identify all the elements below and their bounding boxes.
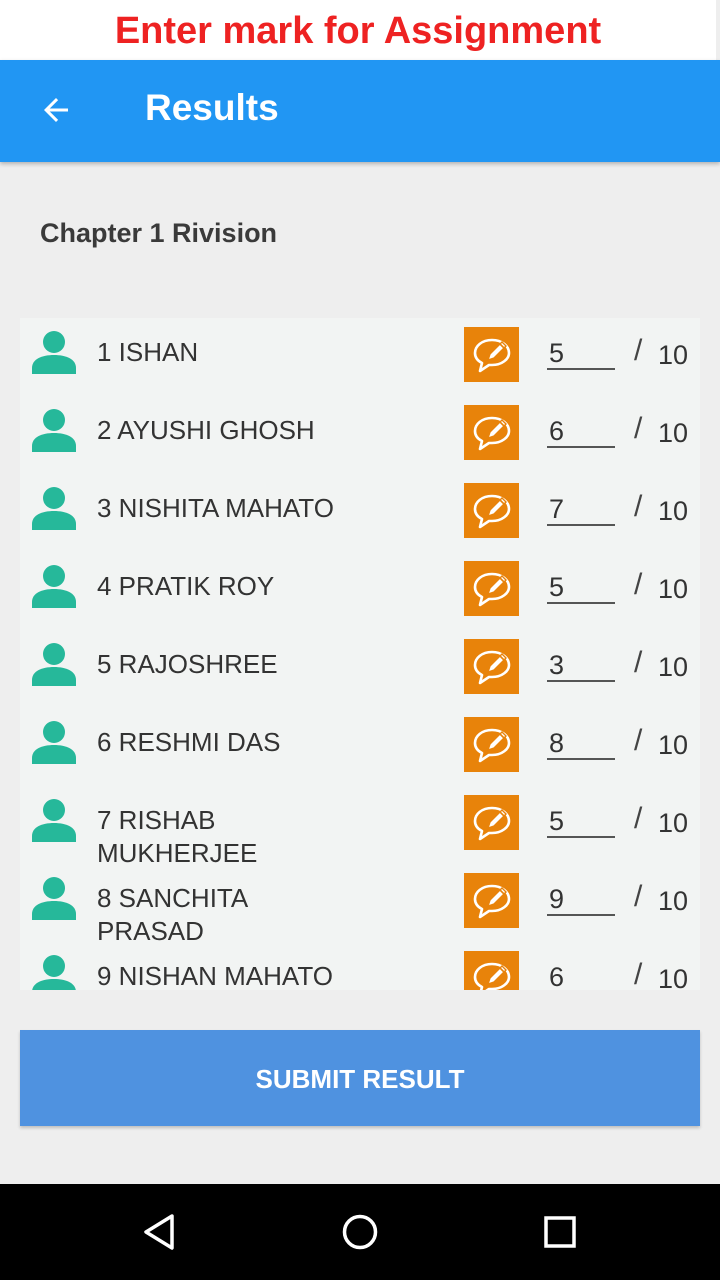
- person-icon: [32, 799, 76, 842]
- avatar: [32, 876, 76, 920]
- total-marks: 10: [658, 964, 689, 990]
- separator-slash: /: [634, 724, 643, 757]
- circle-home-icon: [342, 1214, 378, 1250]
- student-row: 9 NISHAN MAHATO / 10: [20, 942, 700, 990]
- separator-slash: /: [634, 412, 643, 445]
- mark-input[interactable]: [547, 494, 615, 526]
- remark-edit-button[interactable]: [464, 717, 519, 772]
- remark-edit-button[interactable]: [464, 873, 519, 928]
- avatar: [32, 330, 76, 374]
- separator-slash: /: [634, 568, 643, 601]
- student-name: 9 NISHAN MAHATO: [97, 961, 333, 990]
- person-icon: [32, 877, 76, 920]
- person-icon: [32, 643, 76, 686]
- separator-slash: /: [634, 490, 643, 523]
- remark-edit-button[interactable]: [464, 327, 519, 382]
- total-marks: 10: [658, 574, 689, 604]
- instruction-banner: Enter mark for Assignment: [0, 0, 716, 60]
- student-row: 7 RISHAB MUKHERJEE / 10: [20, 786, 700, 868]
- total-marks: 10: [658, 340, 689, 370]
- student-list[interactable]: 1 ISHAN/102 AYUSHI GHOSH/103 NISHITA MAH…: [20, 318, 700, 990]
- app-bar: Results: [0, 60, 720, 162]
- avatar: [32, 564, 76, 608]
- mark-input[interactable]: [547, 338, 615, 370]
- total-marks: 10: [658, 808, 689, 838]
- student-name: 2 AYUSHI GHOSH: [97, 415, 315, 445]
- comment-edit-icon: [473, 962, 510, 990]
- avatar: [32, 408, 76, 452]
- nav-home-button[interactable]: [336, 1208, 384, 1256]
- triangle-back-icon: [144, 1214, 174, 1250]
- avatar: [32, 486, 76, 530]
- person-icon: [32, 487, 76, 530]
- total-marks: 10: [658, 496, 689, 526]
- total-marks: 10: [658, 652, 689, 682]
- mark-input[interactable]: [547, 572, 615, 604]
- nav-back-button[interactable]: [136, 1208, 184, 1256]
- mark-input[interactable]: [547, 884, 615, 916]
- student-row: 8 SANCHITA PRASAD / 10: [20, 864, 700, 946]
- comment-edit-icon: [473, 572, 510, 606]
- student-name: 7 RISHAB MUKHERJEE: [97, 805, 258, 868]
- avatar: [32, 954, 76, 990]
- assignment-title: Chapter 1 Rivision: [40, 218, 278, 248]
- mark-input[interactable]: [547, 962, 615, 990]
- student-row: 4 PRATIK ROY / 10: [20, 552, 700, 630]
- person-icon: [32, 721, 76, 764]
- comment-edit-icon: [473, 884, 510, 918]
- comment-edit-icon: [473, 494, 510, 528]
- student-row: 6 RESHMI DAS / 10: [20, 708, 700, 786]
- avatar: [32, 642, 76, 686]
- mark-input[interactable]: [547, 416, 615, 448]
- avatar: [32, 798, 76, 842]
- student-row: 1 ISHAN / 10: [20, 318, 700, 396]
- avatar: [32, 720, 76, 764]
- student-row: 2 AYUSHI GHOSH / 10: [20, 396, 700, 474]
- page-title: Results: [145, 87, 279, 128]
- person-icon: [32, 409, 76, 452]
- remark-edit-button[interactable]: [464, 483, 519, 538]
- comment-edit-icon: [473, 338, 510, 372]
- comment-edit-icon: [473, 650, 510, 684]
- comment-edit-icon: [473, 728, 510, 762]
- back-button[interactable]: [28, 82, 84, 138]
- student-name: 6 RESHMI DAS: [97, 727, 281, 757]
- student-name: 5 RAJOSHREE: [97, 649, 278, 679]
- separator-slash: /: [634, 646, 643, 679]
- nav-recents-button[interactable]: [536, 1208, 584, 1256]
- separator-slash: /: [634, 334, 643, 367]
- person-icon: [32, 565, 76, 608]
- remark-edit-button[interactable]: [464, 951, 519, 990]
- separator-slash: /: [634, 880, 643, 913]
- total-marks: 10: [658, 886, 689, 916]
- comment-edit-icon: [473, 416, 510, 450]
- submit-result-button[interactable]: SUBMIT RESULT: [20, 1030, 700, 1126]
- remark-edit-button[interactable]: [464, 405, 519, 460]
- square-recents-icon: [544, 1216, 576, 1248]
- arrow-left-icon: [44, 98, 68, 122]
- student-name: 8 SANCHITA PRASAD: [97, 883, 247, 946]
- comment-edit-icon: [473, 806, 510, 840]
- mark-input[interactable]: [547, 806, 615, 838]
- separator-slash: /: [634, 802, 643, 835]
- total-marks: 10: [658, 730, 689, 760]
- person-icon: [32, 331, 76, 374]
- system-nav-bar: [0, 1184, 720, 1280]
- separator-slash: /: [634, 958, 643, 990]
- student-name: 1 ISHAN: [97, 337, 199, 367]
- person-icon: [32, 955, 76, 990]
- student-row: 3 NISHITA MAHATO / 10: [20, 474, 700, 552]
- remark-edit-button[interactable]: [464, 639, 519, 694]
- student-row: 5 RAJOSHREE / 10: [20, 630, 700, 708]
- remark-edit-button[interactable]: [464, 561, 519, 616]
- total-marks: 10: [658, 418, 689, 448]
- banner-text: Enter mark for Assignment: [114, 10, 602, 52]
- remark-edit-button[interactable]: [464, 795, 519, 850]
- mark-input[interactable]: [547, 728, 615, 760]
- mark-input[interactable]: [547, 650, 615, 682]
- student-name: 4 PRATIK ROY: [97, 571, 275, 601]
- student-name: 3 NISHITA MAHATO: [97, 493, 334, 523]
